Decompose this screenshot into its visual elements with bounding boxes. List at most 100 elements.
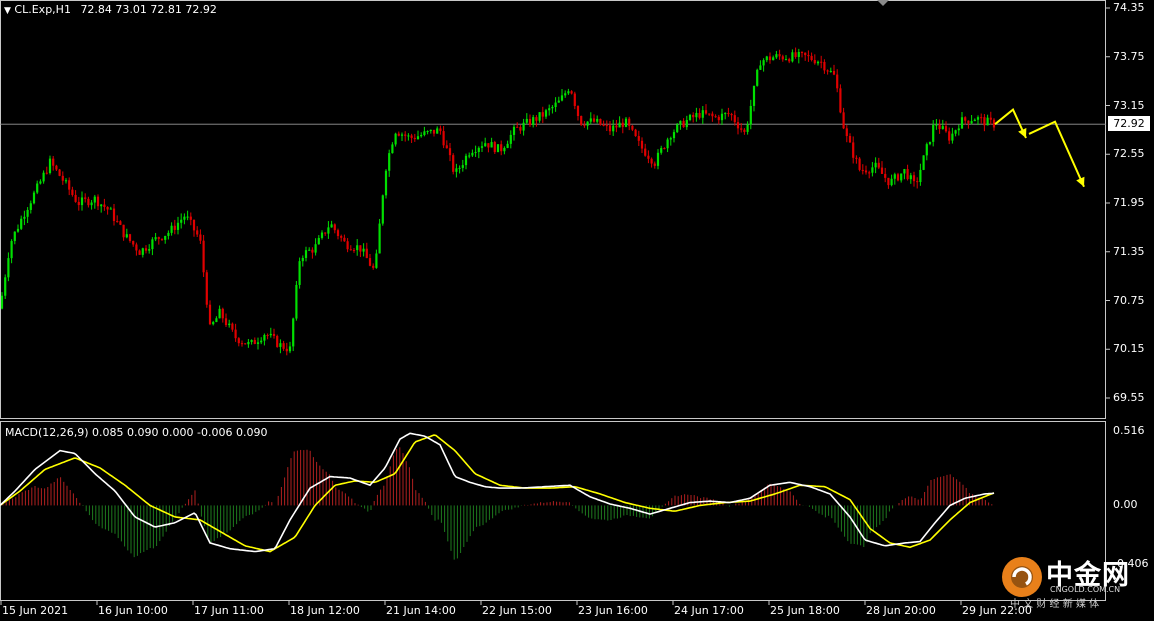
candle-body bbox=[644, 148, 647, 156]
candle-body bbox=[221, 308, 224, 319]
candle-body bbox=[253, 339, 256, 344]
candle-body bbox=[48, 158, 52, 173]
candle-body bbox=[458, 167, 461, 169]
candle-body bbox=[836, 74, 839, 89]
time-tick-label: 23 Jun 16:00 bbox=[578, 604, 648, 617]
time-tick-label: 22 Jun 15:00 bbox=[482, 604, 552, 617]
candle-body bbox=[912, 175, 916, 182]
candle-body bbox=[231, 323, 234, 330]
candle-body bbox=[941, 126, 944, 130]
candle-body bbox=[800, 51, 804, 53]
candle-body bbox=[535, 117, 538, 121]
candle-body bbox=[394, 133, 397, 145]
candle-body bbox=[765, 56, 768, 61]
candle-body bbox=[666, 139, 669, 149]
candle-body bbox=[64, 180, 68, 182]
candle-body bbox=[381, 195, 384, 224]
candle-body bbox=[448, 148, 452, 156]
candle-body bbox=[16, 228, 20, 232]
candle-body bbox=[240, 343, 244, 345]
candle-body bbox=[628, 118, 631, 126]
candle-body bbox=[349, 249, 352, 251]
candle-body bbox=[823, 61, 826, 71]
candle-body bbox=[61, 175, 64, 181]
candle-body bbox=[599, 118, 602, 125]
candle-body bbox=[877, 162, 880, 168]
candle-body bbox=[192, 219, 196, 231]
candle-body bbox=[650, 158, 653, 164]
candle-body bbox=[954, 130, 957, 134]
candle-body bbox=[608, 125, 612, 132]
candle-body bbox=[932, 124, 935, 142]
candle-body bbox=[125, 234, 128, 238]
candle-body bbox=[532, 117, 535, 125]
candle-body bbox=[272, 333, 276, 336]
candle-body bbox=[602, 124, 605, 126]
candle-body bbox=[759, 65, 762, 70]
candle-body bbox=[730, 114, 733, 116]
time-tick-label: 15 Jun 2021 bbox=[2, 604, 69, 617]
candle-body bbox=[637, 136, 640, 141]
forecast-arrow-line bbox=[1028, 120, 1085, 188]
time-tick-label: 24 Jun 17:00 bbox=[674, 604, 744, 617]
candle-body bbox=[288, 346, 292, 352]
candle-body bbox=[852, 142, 855, 158]
candle-body bbox=[356, 245, 359, 251]
candle-body bbox=[679, 120, 682, 125]
candle-body bbox=[295, 284, 298, 319]
candle-body bbox=[157, 237, 160, 239]
candle-body bbox=[871, 167, 874, 173]
price-tick-label: 69.55 bbox=[1113, 391, 1145, 404]
candle-body bbox=[541, 112, 544, 117]
candle-body bbox=[58, 169, 61, 176]
candle-body bbox=[740, 128, 743, 130]
candle-body bbox=[868, 172, 871, 174]
candle-body bbox=[820, 61, 823, 63]
candle-body bbox=[148, 249, 151, 251]
macd-header: MACD(12,26,9) 0.085 0.090 0.000 -0.006 0… bbox=[5, 426, 268, 439]
candle-body bbox=[551, 107, 554, 109]
candle-body bbox=[855, 157, 858, 159]
candle-body bbox=[708, 113, 711, 115]
candle-body bbox=[352, 250, 356, 252]
collapse-triangle-icon[interactable]: ▼ bbox=[4, 6, 11, 16]
candle-body bbox=[925, 144, 928, 156]
candle-body bbox=[10, 241, 13, 259]
candle-body bbox=[653, 163, 656, 166]
candle-body bbox=[698, 113, 701, 118]
current-price-label: 72.92 bbox=[1108, 116, 1150, 131]
candle-body bbox=[317, 237, 320, 245]
candle-body bbox=[228, 323, 231, 326]
candle-body bbox=[416, 136, 420, 140]
candle-body bbox=[429, 129, 432, 132]
candle-body bbox=[970, 121, 973, 124]
candle-body bbox=[922, 155, 925, 170]
candle-body bbox=[308, 249, 311, 251]
candle-body bbox=[234, 329, 237, 339]
candle-body bbox=[506, 143, 509, 148]
candle-body bbox=[631, 125, 634, 130]
candle-body bbox=[816, 61, 820, 64]
candle-body bbox=[669, 138, 672, 140]
candle-body bbox=[736, 122, 740, 129]
candle-body bbox=[340, 236, 343, 238]
candle-body bbox=[333, 224, 336, 231]
macd-tick-label: 0.516 bbox=[1113, 424, 1145, 437]
candle-body bbox=[276, 335, 279, 347]
candle-body bbox=[346, 241, 349, 250]
candle-body bbox=[986, 117, 989, 126]
candle-body bbox=[522, 122, 525, 131]
candle-body bbox=[663, 148, 666, 150]
price-tick-label: 70.15 bbox=[1113, 342, 1145, 356]
candle-body bbox=[772, 57, 775, 61]
candle-body bbox=[23, 216, 26, 219]
candle-body bbox=[544, 110, 548, 117]
candle-body bbox=[893, 174, 896, 179]
candle-body bbox=[570, 91, 573, 94]
time-tick-label: 18 Jun 12:00 bbox=[290, 604, 360, 617]
macd-tick-label: 0.00 bbox=[1113, 498, 1138, 512]
candle-body bbox=[980, 117, 983, 119]
candle-body bbox=[314, 244, 317, 253]
candle-body bbox=[170, 225, 173, 233]
candle-body bbox=[144, 248, 148, 251]
